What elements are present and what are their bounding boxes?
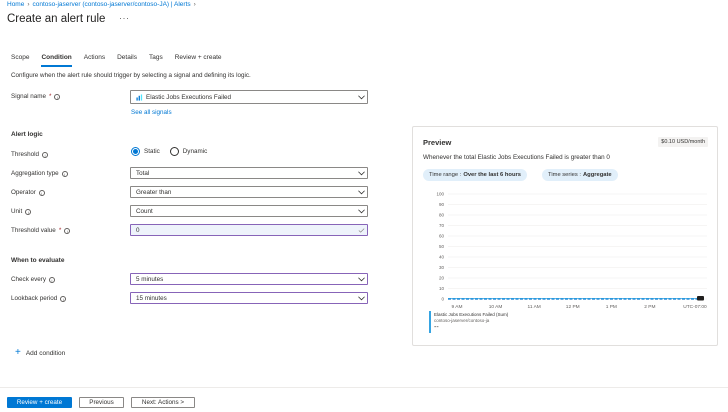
legend-color-bar (429, 311, 431, 333)
info-icon[interactable]: i (60, 295, 67, 302)
review-create-button[interactable]: Review + create (7, 397, 72, 408)
chevron-down-icon (355, 293, 367, 303)
y-tick-label: 60 (439, 234, 445, 239)
breadcrumb-home[interactable]: Home (7, 1, 24, 8)
check-every-label: Check every i (11, 276, 55, 283)
info-icon[interactable]: i (49, 276, 55, 283)
y-tick-label: 10 (439, 286, 445, 291)
y-tick-label: 90 (439, 202, 445, 207)
chevron-down-icon (355, 187, 367, 197)
legend-value: -- (434, 324, 439, 331)
x-tick-label: UTC-07:00 (683, 304, 707, 310)
threshold-static-radio[interactable] (131, 147, 140, 156)
checkmark-icon (355, 225, 367, 235)
x-tick-label: 11 AM (528, 304, 541, 310)
legend-series-name: Elastic Jobs Executions Failed (Sum) (434, 312, 509, 317)
breadcrumb-resource[interactable]: contoso-jaserver (contoso-jaserver/conto… (33, 1, 191, 8)
chevron-down-icon (355, 206, 367, 216)
tab-bar: Scope Condition Actions Details Tags Rev… (11, 54, 234, 67)
y-tick-label: 50 (439, 244, 445, 249)
breadcrumb-separator-icon: › (27, 1, 30, 8)
y-tick-label: 0 (441, 297, 444, 302)
threshold-end-marker (697, 296, 704, 301)
threshold-radio-group: Static Dynamic (131, 147, 213, 156)
preview-panel: Preview $0.10 USD/month Whenever the tot… (412, 126, 718, 346)
tab-tags[interactable]: Tags (149, 54, 163, 67)
signal-name-select[interactable]: Elastic Jobs Executions Failed (130, 90, 368, 104)
check-every-select[interactable]: 5 minutes (130, 273, 368, 285)
info-icon[interactable]: i (61, 170, 68, 177)
signal-name-label: Signal name * i (11, 93, 61, 100)
when-to-evaluate-title: When to evaluate (11, 257, 65, 264)
aggregation-type-label: Aggregation type i (11, 170, 68, 177)
info-icon[interactable]: i (64, 227, 71, 234)
aggregation-type-select[interactable]: Total (130, 167, 368, 179)
operator-select[interactable]: Greater than (130, 186, 368, 198)
unit-select[interactable]: Count (130, 205, 368, 217)
chevron-down-icon (355, 168, 367, 178)
condition-description: Configure when the alert rule should tri… (11, 72, 251, 79)
next-actions-button[interactable]: Next: Actions > (131, 397, 195, 408)
tab-scope[interactable]: Scope (11, 54, 29, 67)
info-icon[interactable]: i (42, 151, 49, 158)
tab-review-create[interactable]: Review + create (175, 54, 222, 67)
y-tick-label: 80 (439, 213, 445, 218)
tab-details[interactable]: Details (117, 54, 137, 67)
info-icon[interactable]: i (25, 208, 32, 215)
threshold-value-input[interactable]: 0 (130, 224, 368, 236)
page-title: Create an alert rule (7, 13, 106, 25)
info-icon[interactable]: i (38, 189, 45, 196)
footer-divider (0, 387, 728, 388)
y-tick-label: 30 (439, 265, 445, 270)
threshold-label: Threshold i (11, 151, 49, 158)
chevron-down-icon (355, 274, 367, 284)
tab-condition[interactable]: Condition (41, 54, 72, 67)
threshold-dynamic-radio[interactable] (169, 147, 179, 156)
y-tick-label: 70 (439, 223, 445, 228)
breadcrumb-separator-icon: › (193, 1, 196, 8)
unit-label: Unit i (11, 208, 32, 215)
x-tick-label: 2 PM (644, 304, 655, 310)
breadcrumb: Home › contoso-jaserver (contoso-jaserve… (7, 1, 196, 8)
see-all-signals-link[interactable]: See all signals (131, 109, 172, 116)
lookback-period-label: Lookback period i (11, 295, 67, 302)
y-tick-label: 20 (439, 276, 445, 281)
x-tick-label: 10 AM (489, 304, 503, 310)
info-icon[interactable]: i (54, 93, 61, 100)
operator-label: Operator i (11, 189, 45, 196)
lookback-period-select[interactable]: 15 minutes (130, 292, 368, 304)
tab-actions[interactable]: Actions (84, 54, 105, 67)
previous-button[interactable]: Previous (79, 397, 124, 408)
chevron-down-icon (355, 92, 367, 102)
plus-icon: + (15, 347, 21, 358)
metric-chart-icon (136, 93, 143, 101)
threshold-value-label: Threshold value * i (11, 227, 71, 234)
more-options-icon[interactable]: ··· (119, 13, 130, 23)
x-tick-label: 1 PM (606, 304, 617, 310)
legend-resource: contoso-jaserver/contoso-ja (434, 318, 490, 323)
x-tick-label: 9 AM (452, 304, 463, 310)
add-condition-button[interactable]: + Add condition (15, 347, 65, 358)
alert-logic-title: Alert logic (11, 131, 43, 138)
y-tick-label: 100 (436, 192, 444, 197)
y-tick-label: 40 (439, 255, 445, 260)
x-tick-label: 12 PM (566, 304, 580, 310)
